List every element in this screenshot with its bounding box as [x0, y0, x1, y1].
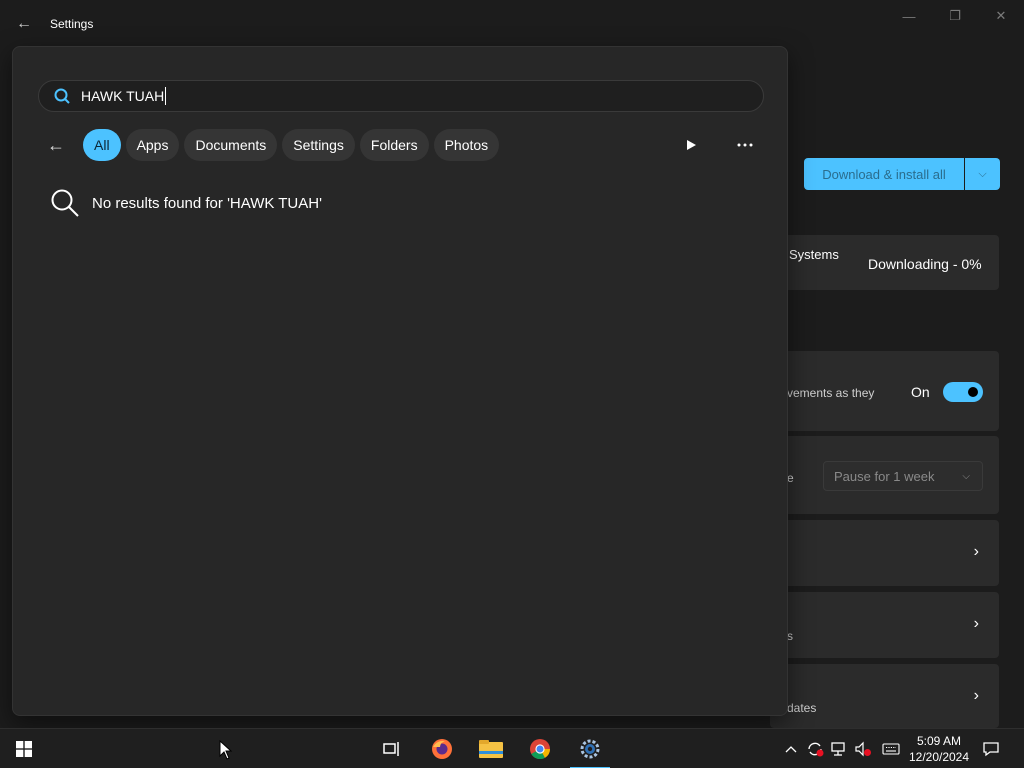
settings-gear-icon[interactable] — [566, 729, 614, 768]
taskbar-clock[interactable]: 5:09 AM 12/20/2024 — [904, 733, 974, 765]
notifications-icon[interactable] — [979, 729, 1003, 768]
minimize-button[interactable]: — — [886, 0, 932, 32]
update-item-card: Systems Downloading - 0% — [770, 235, 999, 290]
filter-photos[interactable]: Photos — [433, 129, 500, 161]
filter-documents[interactable]: Documents — [184, 129, 278, 161]
chevron-right-icon: › — [973, 687, 979, 704]
search-icon — [51, 189, 79, 217]
chevron-down-icon: ⌵ — [962, 470, 970, 482]
back-arrow-icon[interactable]: ← — [47, 129, 73, 161]
get-latest-updates-description: vements as they — [787, 386, 875, 400]
no-results-message: No results found for 'HAWK TUAH' — [49, 187, 322, 219]
mouse-cursor-icon — [219, 740, 233, 760]
toggle-state-label: On — [911, 384, 930, 400]
update-item-title: Systems — [789, 247, 839, 262]
restore-button[interactable]: ❐ — [932, 0, 978, 32]
settings-row-3[interactable]: dates › — [770, 664, 999, 728]
filter-settings[interactable]: Settings — [282, 129, 355, 161]
search-filter-bar: ← All Apps Documents Settings Folders Ph… — [47, 129, 504, 161]
chevron-right-icon: › — [973, 543, 979, 560]
download-options-chevron-icon[interactable]: ⌵ — [965, 158, 1000, 190]
window-controls: — ❐ ✕ — [886, 0, 1024, 32]
play-icon[interactable] — [675, 129, 707, 161]
settings-row-1[interactable]: › — [770, 520, 999, 586]
filter-folders[interactable]: Folders — [359, 129, 429, 161]
search-query: HAWK TUAH — [81, 87, 167, 105]
pause-updates-partial-label: e — [787, 471, 794, 485]
clock-time: 5:09 AM — [916, 734, 962, 748]
task-view-icon[interactable] — [368, 729, 416, 768]
pause-updates-dropdown[interactable]: Pause for 1 week ⌵ — [823, 461, 983, 491]
windows-update-icon[interactable] — [803, 729, 827, 768]
start-button[interactable] — [0, 729, 48, 768]
get-latest-updates-toggle[interactable] — [943, 382, 983, 402]
network-icon[interactable] — [827, 729, 851, 768]
clock-date: 12/20/2024 — [908, 750, 970, 764]
search-flyout: HAWK TUAH ← All Apps Documents Settings … — [12, 46, 788, 716]
firefox-icon[interactable] — [418, 729, 466, 768]
title-bar: ← Settings — ❐ ✕ — [0, 0, 1024, 48]
keyboard-icon[interactable] — [879, 729, 903, 768]
pause-updates-value: Pause for 1 week — [834, 468, 935, 484]
settings-row-2[interactable]: s › — [770, 592, 999, 658]
back-arrow-icon[interactable]: ← — [0, 0, 48, 48]
windows-logo-icon — [16, 741, 32, 757]
download-status: Downloading - 0% — [868, 256, 982, 272]
taskbar: 5:09 AM 12/20/2024 — [0, 728, 1024, 768]
show-hidden-icons-icon[interactable] — [779, 729, 803, 768]
search-input[interactable]: HAWK TUAH — [38, 80, 764, 112]
filter-apps[interactable]: Apps — [125, 129, 180, 161]
filter-all[interactable]: All — [83, 129, 121, 161]
settings-row-3-partial-label: dates — [787, 701, 817, 715]
download-install-all-button[interactable]: Download & install all — [804, 158, 964, 190]
more-options-icon[interactable] — [729, 129, 761, 161]
search-icon — [54, 88, 70, 104]
close-button[interactable]: ✕ — [978, 0, 1024, 32]
chrome-icon[interactable] — [516, 729, 564, 768]
no-results-text: No results found for 'HAWK TUAH' — [92, 194, 322, 212]
volume-muted-icon[interactable] — [851, 729, 875, 768]
chevron-right-icon: › — [973, 615, 979, 632]
file-explorer-icon[interactable] — [467, 729, 515, 768]
window-title: Settings — [50, 17, 94, 31]
